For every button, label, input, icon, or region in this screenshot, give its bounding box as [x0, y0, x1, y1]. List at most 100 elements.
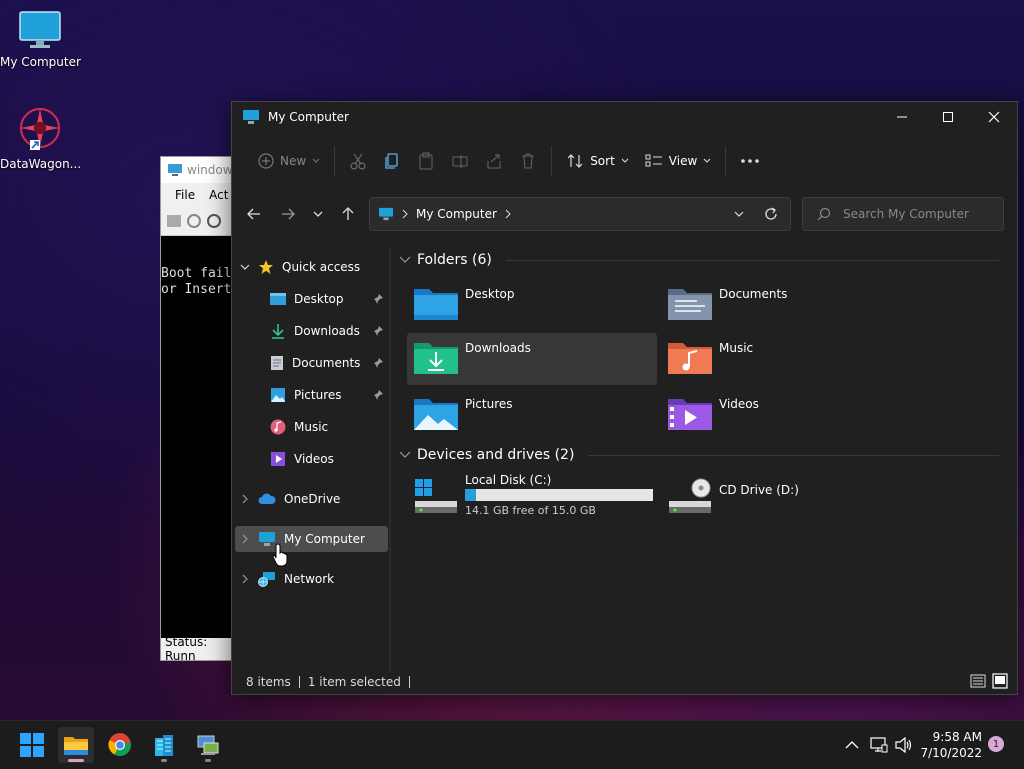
search-box[interactable]: Search My Computer — [802, 197, 1004, 231]
sidebar-item-documents[interactable]: Documents — [270, 350, 388, 376]
forward-button[interactable] — [276, 204, 300, 224]
folder-music[interactable]: Music — [661, 333, 911, 385]
folders-group-header[interactable]: Folders (6) — [399, 252, 999, 268]
taskbar-vm-manager[interactable] — [190, 727, 226, 763]
notification-badge[interactable]: 1 — [988, 736, 1004, 752]
chevron-right-icon[interactable] — [240, 534, 250, 544]
recent-locations-button[interactable] — [306, 204, 330, 224]
drives-group-header[interactable]: Devices and drives (2) — [399, 447, 999, 463]
drive-d[interactable]: CD Drive (D:) — [661, 473, 911, 525]
chevron-right-icon[interactable] — [240, 494, 250, 504]
power-icon[interactable] — [187, 214, 201, 228]
downloads-folder-icon — [414, 343, 458, 374]
sidebar-item-onedrive[interactable]: OneDrive — [240, 486, 340, 512]
windows-logo-icon — [20, 733, 44, 757]
view-list-icon — [645, 154, 662, 167]
content-pane: Folders (6) Desktop Documents Downloads … — [397, 247, 1007, 667]
pin-icon — [374, 358, 383, 368]
toolbar-icon[interactable] — [167, 215, 181, 227]
close-icon — [988, 111, 1000, 123]
drive-usage-bar — [465, 489, 653, 501]
folder-name: Pictures — [465, 397, 513, 411]
vm-manager-icon — [197, 735, 219, 755]
sidebar-item-downloads[interactable]: Downloads — [270, 318, 388, 344]
folder-icon — [64, 737, 88, 755]
delete-button[interactable] — [511, 143, 545, 179]
window-title: My Computer — [268, 110, 349, 124]
folder-downloads[interactable]: Downloads — [407, 333, 657, 385]
more-options-button[interactable] — [732, 143, 768, 179]
chevron-right-icon — [505, 209, 511, 219]
copy-button[interactable] — [375, 143, 409, 179]
folder-videos[interactable]: Videos — [661, 389, 911, 441]
sidebar-item-network[interactable]: Network — [240, 566, 334, 592]
monitor-icon — [168, 164, 182, 176]
share-button[interactable] — [477, 143, 511, 179]
monitor-icon — [19, 11, 61, 48]
sidebar-item-label: OneDrive — [284, 492, 341, 506]
background-window[interactable]: windows File Act Boot fail or Insert Stat… — [160, 156, 242, 663]
stop-icon[interactable] — [207, 214, 221, 228]
paste-button[interactable] — [409, 143, 443, 179]
drive-c[interactable]: Local Disk (C:) 14.1 GB free of 15.0 GB — [407, 473, 657, 523]
sort-button[interactable]: Sort — [558, 143, 637, 179]
chevron-up-icon[interactable] — [845, 740, 859, 750]
sidebar-item-pictures[interactable]: Pictures — [270, 382, 388, 408]
console-line: Boot fail — [161, 266, 232, 281]
address-bar[interactable]: My Computer — [369, 197, 791, 231]
videos-folder-icon — [668, 399, 712, 430]
tiles-view-icon[interactable] — [992, 673, 1008, 689]
sidebar-item-label: Documents — [292, 356, 361, 370]
start-button[interactable] — [14, 727, 50, 763]
chevron-down-icon[interactable] — [734, 210, 744, 218]
maximize-button[interactable] — [925, 102, 971, 132]
menu-file[interactable]: File — [175, 188, 195, 202]
volume-icon[interactable] — [895, 737, 913, 753]
copy-icon — [385, 153, 398, 169]
group-title: Folders (6) — [417, 252, 492, 268]
folder-pictures[interactable]: Pictures — [407, 389, 657, 441]
desktop-icon-my-computer[interactable]: My Computer — [0, 10, 81, 69]
clock-time: 9:58 AM — [932, 730, 982, 744]
desktop-icon-datawagon[interactable]: DataWagon... — [0, 106, 81, 171]
pictures-icon — [271, 388, 285, 402]
taskbar-file-explorer[interactable] — [58, 727, 94, 763]
chevron-down-icon[interactable] — [240, 263, 250, 271]
folder-name: Desktop — [465, 287, 515, 301]
selection-count: 1 item selected — [307, 675, 401, 689]
cut-button[interactable] — [341, 143, 375, 179]
pane-divider[interactable] — [389, 247, 391, 672]
folder-documents[interactable]: Documents — [661, 279, 911, 331]
sidebar-item-music[interactable]: Music — [270, 414, 328, 440]
folder-desktop[interactable]: Desktop — [407, 279, 657, 331]
new-button[interactable]: New — [250, 143, 328, 179]
close-button[interactable] — [971, 102, 1017, 132]
search-input[interactable]: Search My Computer — [843, 207, 969, 221]
sidebar-item-desktop[interactable]: Desktop — [270, 286, 388, 312]
building-icon — [155, 735, 173, 756]
taskbar-building-app[interactable] — [146, 727, 182, 763]
drive-info: Local Disk (C:) 14.1 GB free of 15.0 GB — [465, 473, 653, 517]
chevron-down-icon — [703, 158, 711, 163]
up-button[interactable] — [336, 204, 360, 224]
taskbar-chrome[interactable] — [102, 727, 138, 763]
sidebar-item-label: Desktop — [294, 292, 344, 306]
sidebar-item-videos[interactable]: Videos — [270, 446, 334, 472]
back-button[interactable] — [242, 204, 266, 224]
address-path[interactable]: My Computer — [416, 207, 497, 221]
sidebar-item-quick-access[interactable]: Quick access — [240, 254, 360, 280]
details-view-icon[interactable] — [970, 674, 986, 688]
menu-action[interactable]: Act — [209, 188, 228, 202]
system-clock[interactable]: 9:58 AM 7/10/2022 — [918, 729, 982, 761]
rename-button[interactable] — [443, 143, 477, 179]
refresh-icon[interactable] — [764, 207, 778, 221]
network-icon — [258, 572, 275, 587]
chevron-right-icon[interactable] — [240, 574, 250, 584]
view-button[interactable]: View — [637, 143, 719, 179]
background-window-titlebar[interactable]: windows — [161, 157, 241, 183]
video-icon — [271, 452, 285, 466]
sidebar-item-my-computer[interactable]: My Computer — [235, 526, 388, 552]
minimize-button[interactable] — [879, 102, 925, 132]
network-status-icon[interactable] — [870, 737, 888, 753]
command-bar: New Sort View — [232, 132, 1017, 190]
